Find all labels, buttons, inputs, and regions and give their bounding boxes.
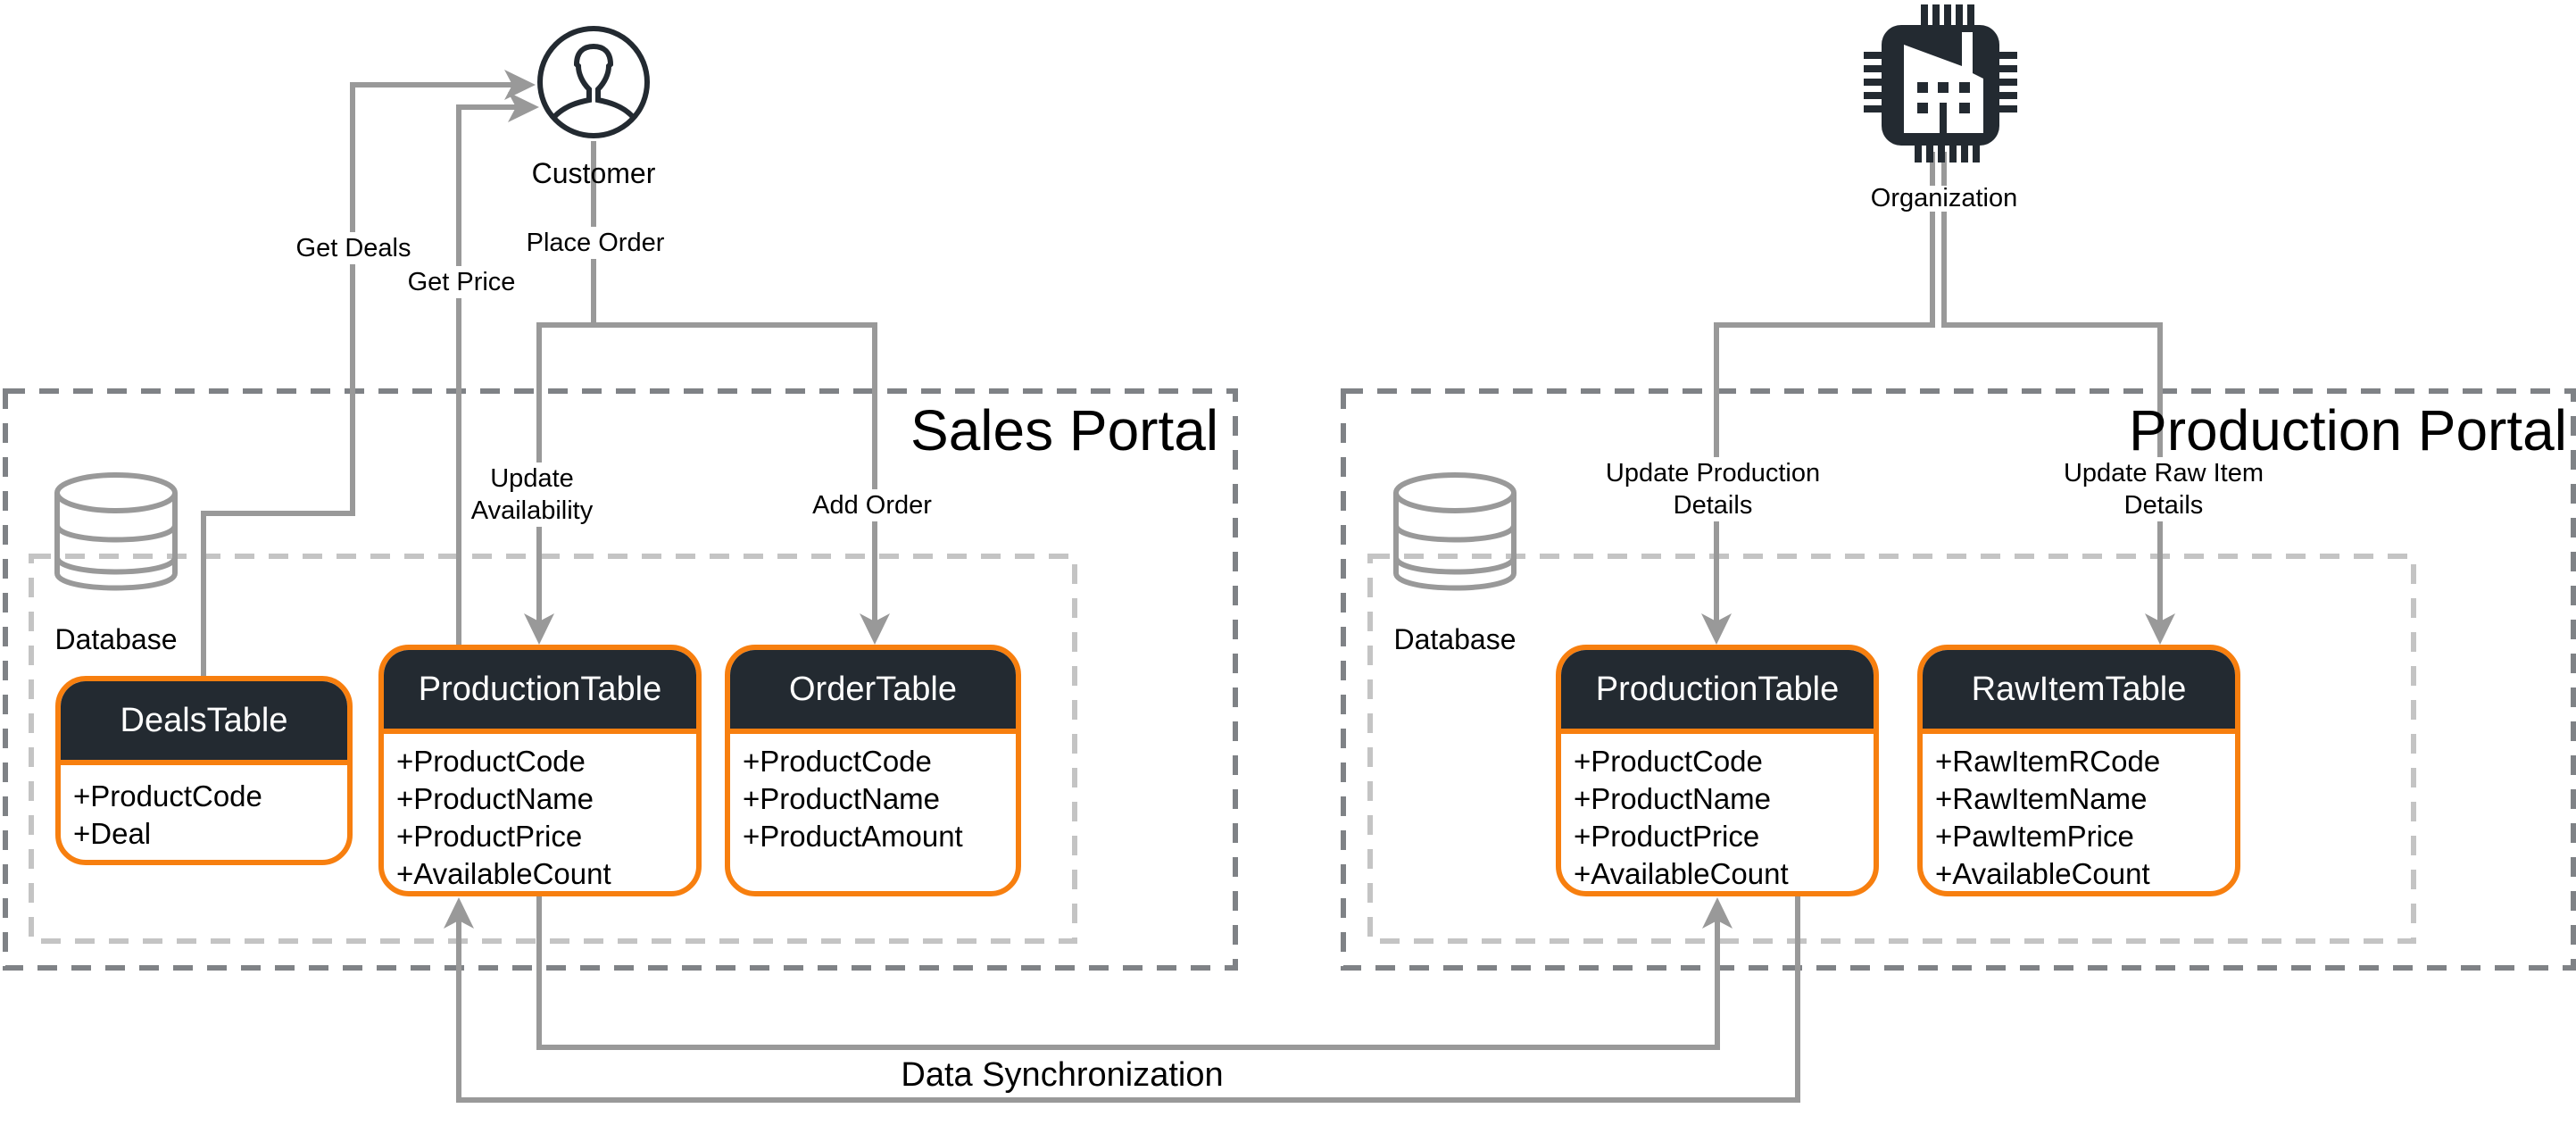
table-field: +ProductCode (743, 745, 932, 778)
table-field: +ProductPrice (396, 820, 583, 853)
sales-database-label: Database (54, 623, 178, 655)
table-field: +ProductCode (1574, 745, 1763, 778)
update-raw-item-details-label: Update Raw Item Details (2061, 457, 2266, 521)
table-fields: +ProductCode +ProductName +ProductPrice … (1561, 734, 1874, 891)
table-field: +AvailableCount (1574, 857, 1789, 890)
production-database-frame (1367, 554, 2416, 944)
table-field: +ProductName (743, 782, 941, 815)
add-order-connector (594, 322, 877, 623)
add-order-label: Add Order (810, 489, 934, 521)
table-field: +RawItemName (1935, 782, 2148, 815)
table-field: +AvailableCount (396, 857, 611, 890)
table-header: RawItemTable (1923, 650, 2235, 734)
table-fields: +ProductCode +ProductName +ProductAmount (730, 734, 1016, 855)
sync-connector-to-production (536, 896, 1720, 1050)
production-database-icon (1393, 472, 1517, 591)
table-field: +PawItemPrice (1935, 820, 2134, 853)
customer-label: Customer (531, 157, 656, 189)
production-database-label: Database (1393, 623, 1517, 655)
user-circle-icon (537, 26, 650, 138)
sales-portal-title: Sales Portal (910, 398, 1219, 462)
table-fields: +ProductCode +ProductName +ProductPrice … (384, 734, 696, 891)
update-raw-item-details-connector (1941, 152, 2163, 623)
get-deals-label: Get Deals (294, 232, 413, 264)
table-field: +ProductName (396, 782, 594, 815)
update-availability-label: Update Availability (469, 462, 595, 527)
diagram-canvas (3, 4, 2576, 1103)
sales-production-table[interactable]: ProductionTable +ProductCode +ProductNam… (378, 645, 702, 896)
table-field: +AvailableCount (1935, 857, 2150, 890)
update-production-details-connector (1714, 152, 1935, 623)
table-header: OrderTable (730, 650, 1016, 734)
get-deals-connector (201, 82, 516, 676)
table-field: +ProductName (1574, 782, 1772, 815)
table-field: +ProductCode (73, 779, 262, 812)
table-field: +ProductCode (396, 745, 586, 778)
table-field: +Deal (73, 817, 152, 850)
get-price-label: Get Price (405, 266, 518, 298)
get-price-connector (456, 104, 519, 645)
place-order-label: Place Order (524, 227, 667, 259)
production-raw-item-table[interactable]: RawItemTable +RawItemRCode +RawItemName … (1917, 645, 2240, 896)
sales-deals-table[interactable]: DealsTable +ProductCode +Deal (55, 676, 353, 865)
sales-database-icon (54, 472, 178, 591)
table-header: ProductionTable (1561, 650, 1874, 734)
table-field: +ProductAmount (743, 820, 963, 853)
table-field: +RawItemRCode (1935, 745, 2161, 778)
production-production-table[interactable]: ProductionTable +ProductCode +ProductNam… (1556, 645, 1879, 896)
table-header: DealsTable (61, 681, 347, 765)
table-header: ProductionTable (384, 650, 696, 734)
data-synchronization-label: Data Synchronization (901, 1056, 1224, 1094)
table-fields: +RawItemRCode +RawItemName +PawItemPrice… (1923, 734, 2235, 891)
organization-label: Organization (1866, 186, 2022, 212)
table-field: +ProductPrice (1574, 820, 1760, 853)
update-production-details-label: Update Production Details (1603, 457, 1823, 521)
table-fields: +ProductCode +Deal (61, 765, 347, 853)
production-portal-title: Production Portal (2129, 398, 2567, 462)
factory-chip-icon (1864, 4, 2017, 162)
sales-order-table[interactable]: OrderTable +ProductCode +ProductName +Pr… (725, 645, 1021, 896)
